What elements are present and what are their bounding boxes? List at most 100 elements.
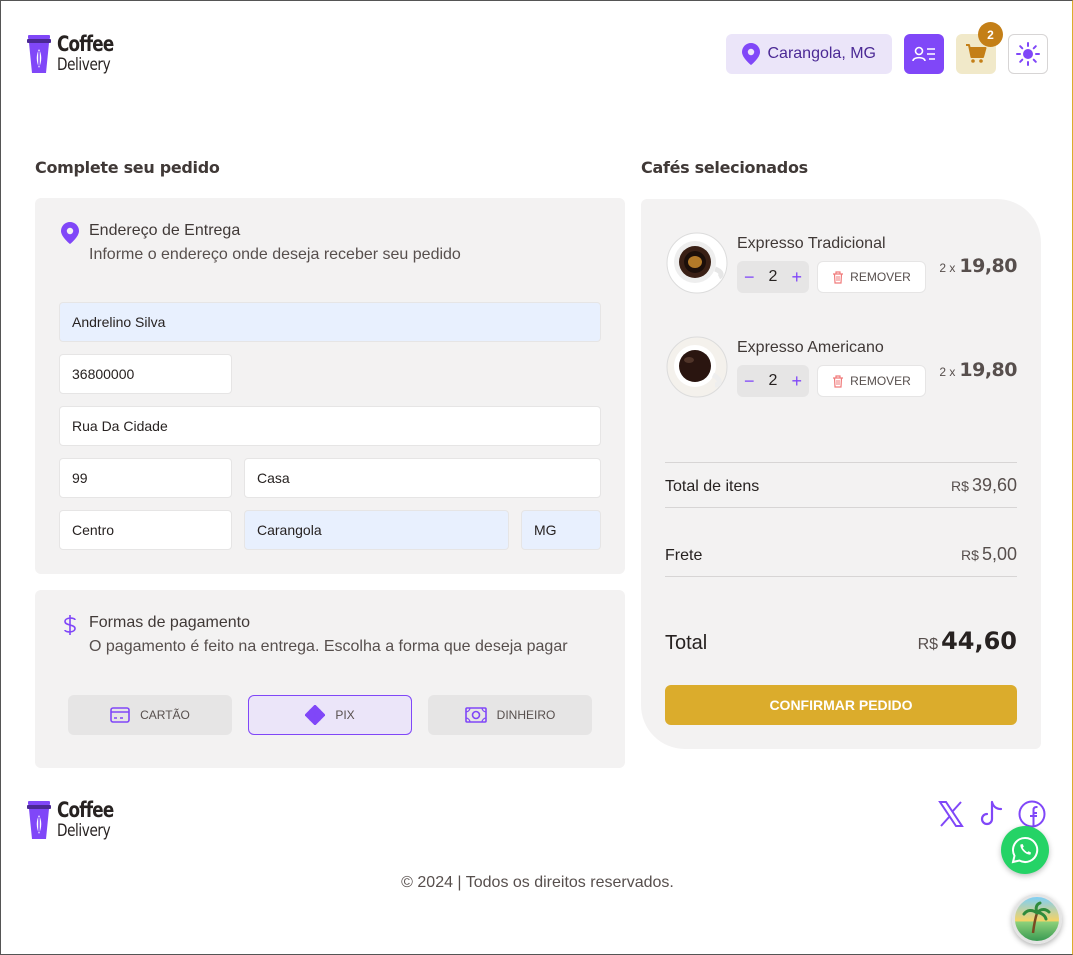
payment-title: Formas de pagamento — [89, 614, 250, 631]
tiktok-icon[interactable] — [978, 800, 1004, 828]
complement-field[interactable]: Casa — [244, 458, 601, 498]
shipping-amount: R$ 5,00 — [961, 544, 1017, 565]
price-value: 19,80 — [959, 359, 1017, 381]
map-pin-icon — [741, 43, 760, 65]
payment-subtitle: O pagamento é feito na entrega. Escolha … — [89, 638, 568, 655]
payment-card: Formas de pagamento O pagamento é feito … — [35, 590, 625, 768]
user-list-icon — [912, 46, 935, 62]
total-amount: R$ 44,60 — [918, 627, 1017, 655]
cart-item-price: 2 x 19,80 — [939, 255, 1017, 277]
cart-title: Cafés selecionados — [641, 158, 808, 177]
address-header: Endereço de Entrega Informe o endereço o… — [59, 222, 461, 264]
cart-count-badge: 2 — [978, 22, 1003, 47]
cart-button[interactable]: 2 — [956, 22, 1003, 74]
items-total-amount: R$ 39,60 — [951, 475, 1017, 496]
address-card: Endereço de Entrega Informe o endereço o… — [35, 198, 625, 574]
confirm-order-button[interactable]: CONFIRMAR PEDIDO — [665, 685, 1017, 725]
divider — [665, 576, 1017, 577]
address-subtitle: Informe o endereço onde deseja receber s… — [89, 246, 461, 263]
currency-symbol: R$ — [951, 478, 969, 494]
brand-line1: Coffee — [57, 798, 114, 822]
assistant-avatar-button[interactable] — [1012, 894, 1062, 944]
copyright-text: © 2024 | Todos os direitos reservados. — [401, 874, 674, 891]
currency-symbol: R$ — [961, 547, 979, 563]
whatsapp-button[interactable] — [1001, 826, 1049, 874]
remove-label: REMOVER — [850, 270, 911, 284]
cart-item: Expresso Tradicional − 2 + REMOVER 2 x 1… — [665, 231, 1017, 295]
map-pin-icon — [61, 222, 79, 244]
social-links — [938, 800, 1046, 828]
sun-icon — [1016, 42, 1040, 66]
credit-card-icon — [110, 707, 130, 723]
city-field[interactable]: Carangola — [244, 510, 509, 550]
location-label: Carangola, MG — [767, 45, 877, 62]
number-field[interactable]: 99 — [59, 458, 232, 498]
price-multiplier: 2 x — [939, 261, 956, 275]
quantity-stepper: − 2 + — [737, 261, 809, 293]
items-total-row: Total de itens R$ 39,60 — [665, 475, 1017, 496]
decrement-button[interactable]: − — [744, 371, 755, 392]
shopping-cart-icon — [966, 44, 987, 63]
brand-wordmark: Coffee Delivery — [57, 800, 128, 840]
address-title: Endereço de Entrega — [89, 222, 241, 239]
decrement-button[interactable]: − — [744, 267, 755, 288]
user-orders-button[interactable] — [904, 34, 944, 74]
theme-toggle-button[interactable] — [1008, 34, 1048, 74]
header-logo[interactable]: Coffee Delivery — [27, 34, 128, 74]
palm-tree-icon — [1022, 901, 1051, 934]
brand-line2: Delivery — [57, 55, 111, 75]
money-icon — [464, 707, 487, 723]
location-button[interactable]: Carangola, MG — [725, 34, 892, 74]
coffee-cup-logo-icon — [27, 35, 51, 73]
payment-option-card[interactable]: CARTÃO — [68, 695, 232, 735]
coffee-cup-logo-icon — [27, 801, 51, 839]
remove-item-button[interactable]: REMOVER — [817, 365, 926, 397]
payment-option-cash[interactable]: DINHEIRO — [428, 695, 592, 735]
cart-item-name: Expresso Tradicional — [737, 235, 886, 252]
increment-button[interactable]: + — [791, 267, 802, 288]
payment-option-label: PIX — [335, 708, 355, 722]
coffee-expresso-americano-image — [666, 336, 728, 398]
trash-icon — [833, 374, 844, 388]
increment-button[interactable]: + — [791, 371, 802, 392]
coffee-expresso-tradicional-image — [666, 232, 728, 294]
quantity-value: 2 — [768, 268, 778, 285]
brand-line2: Delivery — [57, 821, 111, 841]
price-multiplier: 2 x — [939, 365, 956, 379]
currency-dollar-icon — [64, 615, 76, 635]
items-total-label: Total de itens — [665, 478, 760, 495]
payment-option-label: CARTÃO — [140, 708, 190, 722]
header-actions: Carangola, MG 2 — [725, 22, 1048, 74]
payment-option-label: DINHEIRO — [496, 708, 556, 722]
currency-symbol: R$ — [917, 636, 939, 653]
payment-header: Formas de pagamento O pagamento é feito … — [59, 614, 568, 656]
cart-item-price: 2 x 19,80 — [939, 359, 1017, 381]
payment-option-pix[interactable]: PIX — [248, 695, 412, 735]
cep-field[interactable]: 36800000 — [59, 354, 232, 394]
quantity-value: 2 — [768, 372, 778, 389]
footer-logo[interactable]: Coffee Delivery — [27, 800, 128, 840]
brand-wordmark: Coffee Delivery — [57, 34, 128, 74]
remove-item-button[interactable]: REMOVER — [817, 261, 926, 293]
x-icon[interactable] — [938, 800, 964, 828]
trash-icon — [833, 270, 844, 284]
shipping-value: 5,00 — [981, 544, 1017, 564]
shipping-row: Frete R$ 5,00 — [665, 544, 1017, 565]
quantity-stepper: − 2 + — [737, 365, 809, 397]
divider — [665, 507, 1017, 508]
cart-summary-card: Expresso Tradicional − 2 + REMOVER 2 x 1… — [641, 199, 1041, 749]
total-row: Total R$ 44,60 — [665, 627, 1017, 655]
total-value: 44,60 — [941, 627, 1017, 655]
remove-label: REMOVER — [850, 374, 911, 388]
total-label: Total — [665, 632, 708, 654]
cart-item: Expresso Americano − 2 + REMOVER 2 x 19,… — [665, 335, 1017, 399]
neighborhood-field[interactable]: Centro — [59, 510, 232, 550]
street-field[interactable]: Rua Da Cidade — [59, 406, 601, 446]
name-field[interactable]: Andrelino Silva — [59, 302, 601, 342]
price-value: 19,80 — [959, 255, 1017, 277]
uf-field[interactable]: MG — [521, 510, 601, 550]
divider — [665, 462, 1017, 463]
cart-item-name: Expresso Americano — [737, 339, 884, 356]
checkout-title: Complete seu pedido — [35, 158, 220, 177]
facebook-icon[interactable] — [1018, 800, 1046, 828]
